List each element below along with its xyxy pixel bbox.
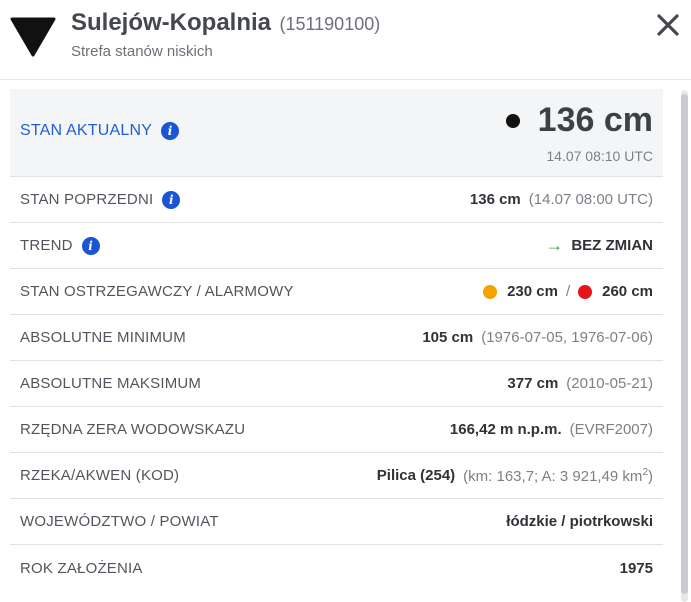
warning-alarm-label: STAN OSTRZEGAWCZY / ALARMOWY [20,283,294,300]
river-detail-text: (km: 163,7; A: 3 921,49 km [463,467,643,485]
founded-label: ROK ZAŁOŻENIA [20,559,143,577]
abs-max-row: ABSOLUTNE MAKSIMUM 377 cm (2010-05-21) [10,361,663,407]
current-level-label-wrap: STAN AKTUALNY i [20,89,180,140]
station-name: Sulejów-Kopalnia [71,9,272,36]
scrollbar[interactable] [681,90,688,602]
region-row: WOJEWÓDZTWO / POWIAT łódzkie / piotrkows… [10,499,663,545]
info-icon[interactable]: i [162,190,181,209]
station-details: STAN AKTUALNY i 136 cm 14.07 08:10 UTC S… [10,89,663,591]
previous-level-time: (14.07 08:00 UTC) [528,191,653,208]
river-detail-end: ) [648,467,653,485]
station-title-line: Sulejów-Kopalnia (151190100) [71,9,380,37]
warning-alarm-separator: / [565,283,571,300]
founded-value: 1975 [619,559,653,577]
previous-level-value: 136 cm [469,191,521,208]
region-value: łódzkie / piotrkowski [506,513,653,530]
alarm-level-value: 260 cm [602,283,653,300]
current-level-value-wrap: 136 cm 14.07 08:10 UTC [505,89,653,164]
river-row: RZEKA/AKWEN (KOD) Pilica (254) (km: 163,… [10,453,663,499]
warning-dot-icon [483,284,498,299]
station-zone: Strefa stanów niskich [71,43,213,60]
abs-min-value: 105 cm [422,329,474,346]
alarm-dot-icon [578,284,593,299]
previous-level-label: STAN POPRZEDNI [20,191,154,208]
region-label: WOJEWÓDZTWO / POWIAT [20,513,219,530]
abs-max-value: 377 cm [507,375,559,392]
info-icon[interactable]: i [81,236,100,255]
trend-row: TREND i → BEZ ZMIAN [10,223,663,269]
current-level-timestamp: 14.07 08:10 UTC [546,148,653,164]
info-icon[interactable]: i [161,122,180,140]
close-icon[interactable] [655,12,681,38]
trend-value: BEZ ZMIAN [571,237,653,254]
scrollbar-thumb[interactable] [681,94,688,594]
gauge-zero-label: RZĘDNA ZERA WODOWSKAZU [20,421,246,438]
abs-max-date: (2010-05-21) [566,375,653,392]
abs-min-dates: (1976-07-05, 1976-07-06) [481,329,653,346]
river-detail: (km: 163,7; A: 3 921,49 km2) [463,467,653,485]
founded-row: ROK ZAŁOŻENIA 1975 [10,545,663,591]
gauge-zero-row: RZĘDNA ZERA WODOWSKAZU 166,42 m n.p.m. (… [10,407,663,453]
abs-min-label: ABSOLUTNE MINIMUM [20,329,186,346]
warning-level-value: 230 cm [507,283,558,300]
arrow-right-icon: → [545,235,564,255]
current-level-label: STAN AKTUALNY [20,122,153,139]
station-code: (151190100) [279,14,381,34]
warning-alarm-row: STAN OSTRZEGAWCZY / ALARMOWY 230 cm / 26… [10,269,663,315]
river-value: Pilica (254) [376,467,456,484]
abs-min-row: ABSOLUTNE MINIMUM 105 cm (1976-07-05, 19… [10,315,663,361]
current-level-row: STAN AKTUALNY i 136 cm 14.07 08:10 UTC [10,89,663,177]
abs-max-label: ABSOLUTNE MAKSIMUM [20,375,202,392]
down-triangle-icon [10,17,56,57]
previous-level-row: STAN POPRZEDNI i 136 cm (14.07 08:00 UTC… [10,177,663,223]
status-dot-icon [505,113,520,128]
trend-label: TREND [20,237,73,254]
gauge-zero-value: 166,42 m n.p.m. [449,421,562,438]
gauge-zero-datum: (EVRF2007) [569,421,653,438]
panel-header: Sulejów-Kopalnia (151190100) Strefa stan… [0,0,691,80]
river-label: RZEKA/AKWEN (KOD) [20,467,180,484]
current-level-value: 136 cm [537,101,653,139]
